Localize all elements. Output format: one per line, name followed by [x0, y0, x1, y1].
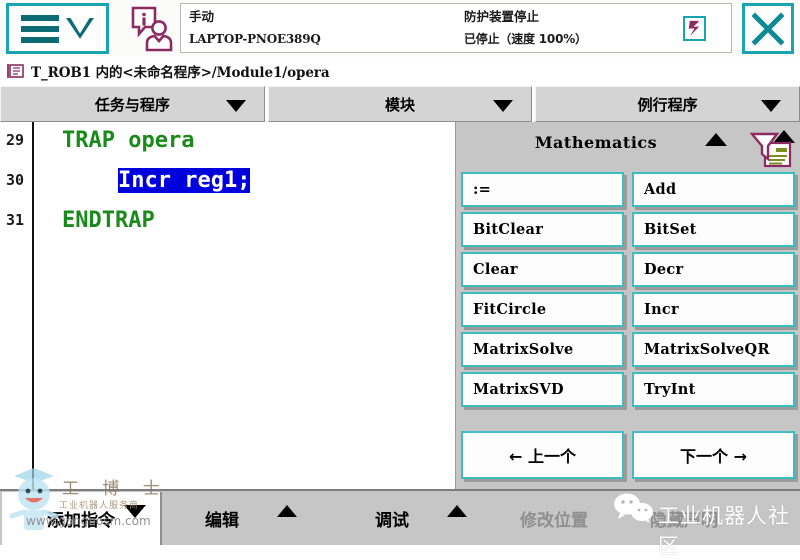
instruction-button-tryint[interactable]: TryInt [632, 372, 795, 407]
emergency-stop-icon[interactable] [683, 16, 706, 41]
previous-page-button[interactable]: ← 上一个 [461, 431, 624, 479]
code-line-text: TRAP opera [62, 128, 195, 153]
close-x-icon [751, 11, 785, 46]
code-line[interactable]: 29 TRAP opera [0, 122, 455, 162]
code-line[interactable]: 30 Incr reg1; [0, 162, 455, 202]
instruction-button-fitcircle[interactable]: FitCircle [461, 292, 624, 327]
panel-pagination: ← 上一个 下一个 → [461, 431, 795, 479]
tab-label: 模块 [385, 95, 416, 114]
panel-title: Mathematics [534, 133, 658, 152]
panel-header: Mathematics [456, 122, 800, 170]
previous-page-label: ← 上一个 [509, 447, 576, 466]
instruction-button-bitset[interactable]: BitSet [632, 212, 795, 247]
chevron-down-icon [225, 100, 246, 112]
line-number: 31 [6, 211, 25, 229]
tab-label: 任务与程序 [94, 95, 170, 114]
button-row: := Add [461, 172, 796, 207]
line-number: 30 [6, 171, 25, 189]
instruction-button-matrixsolveqr[interactable]: MatrixSolveQR [632, 332, 795, 367]
selector-tab-row: 任务与程序 模块 例行程序 [0, 86, 800, 122]
controller-name: LAPTOP-PNOE389Q [189, 32, 321, 46]
triangle-up-icon[interactable] [705, 133, 727, 146]
tab-routines[interactable]: 例行程序 [535, 86, 800, 122]
button-row: MatrixSVD TryInt [461, 372, 796, 407]
button-row: BitClear BitSet [461, 212, 796, 247]
next-page-button[interactable]: 下一个 → [632, 431, 795, 479]
instruction-category-panel: Mathematics := Add BitClear BitSet Clear… [455, 122, 800, 489]
button-label: Clear [473, 261, 518, 278]
button-label: Incr [644, 301, 679, 318]
instruction-button-assign[interactable]: := [461, 172, 624, 207]
code-line-text-selected: Incr reg1; [118, 168, 251, 193]
instruction-button-add[interactable]: Add [632, 172, 795, 207]
filter-document-icon[interactable] [749, 132, 793, 170]
hide-declarations-button[interactable]: 隐藏声明 [650, 491, 718, 545]
status-right-column: 防护装置停止 已停止（速度 100%） [464, 8, 587, 48]
button-label: MatrixSVD [473, 381, 564, 398]
instruction-button-clear[interactable]: Clear [461, 252, 624, 287]
triangle-up-icon [277, 505, 297, 517]
instruction-button-bitclear[interactable]: BitClear [461, 212, 624, 247]
main-menu-button[interactable] [6, 3, 109, 54]
instruction-button-grid: := Add BitClear BitSet Clear Decr FitCir… [461, 172, 796, 412]
tab-modules[interactable]: 模块 [267, 86, 533, 122]
button-label: MatrixSolve [473, 341, 574, 358]
top-status-bar: 手动 LAPTOP-PNOE389Q 防护装置停止 已停止（速度 100%） [0, 0, 800, 57]
add-instruction-button[interactable]: 添加指令 [2, 492, 162, 545]
hide-declarations-label: 隐藏声明 [650, 510, 718, 531]
line-number: 29 [6, 131, 25, 149]
button-row: MatrixSolve MatrixSolveQR [461, 332, 796, 367]
button-label: BitSet [644, 221, 697, 238]
code-editor[interactable]: 29 TRAP opera 30 Incr reg1; 31 ENDTRAP [0, 122, 455, 489]
button-label: TryInt [644, 381, 696, 398]
guard-state: 防护装置停止 [464, 9, 540, 24]
chevron-down-icon [493, 100, 514, 112]
add-instruction-label: 添加指令 [47, 511, 115, 531]
instruction-button-incr[interactable]: Incr [632, 292, 795, 327]
button-label: := [473, 181, 492, 198]
operating-mode: 手动 [189, 9, 215, 24]
program-module-icon [7, 64, 24, 78]
info-operator-icon[interactable] [125, 5, 173, 53]
instruction-button-matrixsolve[interactable]: MatrixSolve [461, 332, 624, 367]
breadcrumb-path: T_ROB1 内的<未命名程序>/Module1/opera [31, 65, 330, 81]
button-label: FitCircle [473, 301, 547, 318]
code-line[interactable]: 31 ENDTRAP [0, 202, 455, 242]
tab-tasks-and-programs[interactable]: 任务与程序 [0, 86, 265, 122]
triangle-down-icon [124, 505, 146, 518]
chevron-down-icon [761, 100, 782, 112]
button-label: Add [644, 181, 677, 198]
status-left-column: 手动 LAPTOP-PNOE389Q [189, 8, 321, 48]
debug-menu-button[interactable]: 调试 [375, 491, 467, 545]
button-label: BitClear [473, 221, 544, 238]
code-line-text: ENDTRAP [62, 208, 155, 233]
chevron-down-icon [66, 18, 94, 39]
next-page-label: 下一个 → [680, 447, 747, 466]
edit-menu-button[interactable]: 编辑 [205, 491, 297, 545]
rapid-program-editor: 手动 LAPTOP-PNOE389Q 防护装置停止 已停止（速度 100%） T… [0, 0, 800, 558]
breadcrumb: T_ROB1 内的<未命名程序>/Module1/opera [0, 57, 800, 85]
hamburger-menu-icon [21, 14, 59, 43]
button-row: Clear Decr [461, 252, 796, 287]
close-button[interactable] [742, 3, 794, 54]
instruction-button-decr[interactable]: Decr [632, 252, 795, 287]
triangle-up-icon [447, 505, 467, 517]
button-row: FitCircle Incr [461, 292, 796, 327]
tab-label: 例行程序 [637, 95, 698, 114]
modify-position-button[interactable]: 修改位置 [520, 491, 588, 545]
debug-label: 调试 [375, 510, 409, 531]
button-label: MatrixSolveQR [644, 341, 770, 358]
run-state: 已停止（速度 100%） [464, 32, 587, 46]
status-panel: 手动 LAPTOP-PNOE389Q 防护装置停止 已停止（速度 100%） [180, 3, 732, 53]
edit-label: 编辑 [205, 510, 239, 531]
button-label: Decr [644, 261, 684, 278]
instruction-button-matrixsvd[interactable]: MatrixSVD [461, 372, 624, 407]
bottom-toolbar: 添加指令 编辑 调试 修改位置 隐藏声明 [0, 489, 800, 545]
modify-position-label: 修改位置 [520, 510, 588, 531]
